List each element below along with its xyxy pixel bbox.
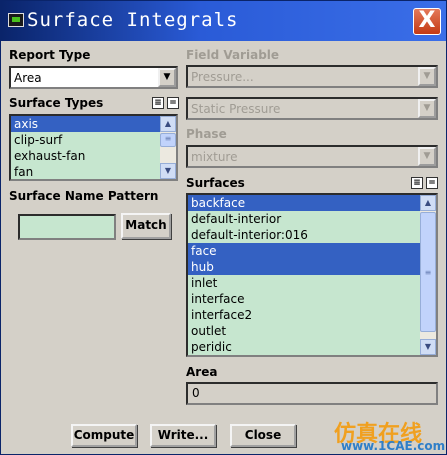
scroll-thumb[interactable]: ≡ xyxy=(420,212,436,332)
surface-integrals-dialog: Surface Integrals X Report Type Area ▼ S… xyxy=(0,0,447,455)
surface-name-pattern-label: Surface Name Pattern xyxy=(9,189,159,203)
list-item[interactable]: inlet xyxy=(188,275,436,291)
compute-button[interactable]: Compute xyxy=(71,424,137,447)
window-title: Surface Integrals xyxy=(27,9,239,31)
surface-types-scrollbar[interactable]: ▲ ≡ ▼ xyxy=(160,116,176,179)
phase-value: mixture xyxy=(191,150,238,164)
down-arrow-icon[interactable]: ▼ xyxy=(158,68,176,87)
scroll-thumb[interactable]: ≡ xyxy=(160,133,176,147)
write-button[interactable]: Write... xyxy=(150,424,216,447)
report-type-label: Report Type xyxy=(9,48,91,62)
surfaces-list[interactable]: backface default-interior default-interior… xyxy=(186,193,438,357)
list-item[interactable]: outlet xyxy=(188,323,436,339)
deselect-all-icon[interactable]: = xyxy=(426,177,438,189)
title-bar[interactable]: Surface Integrals X xyxy=(1,1,446,41)
surfaces-scrollbar[interactable]: ▲ ≡ ▼ xyxy=(420,195,436,355)
list-item[interactable]: hub xyxy=(188,259,436,275)
scroll-down-icon[interactable]: ▼ xyxy=(160,163,176,179)
field-variable-quantity-value: Static Pressure xyxy=(191,102,281,116)
scroll-down-icon[interactable]: ▼ xyxy=(420,339,436,355)
surface-types-label: Surface Types xyxy=(9,96,104,110)
app-icon xyxy=(8,13,24,27)
list-item[interactable]: default-interior xyxy=(188,211,436,227)
field-variable-category-value: Pressure... xyxy=(191,70,254,84)
list-item[interactable]: exhaust-fan xyxy=(11,148,176,164)
deselect-all-icon[interactable]: = xyxy=(167,97,179,109)
list-item[interactable]: clip-surf xyxy=(11,132,176,148)
surface-name-pattern-input[interactable] xyxy=(18,214,116,240)
phase-dropdown[interactable]: mixture ▼ xyxy=(186,145,438,168)
scroll-up-icon[interactable]: ▲ xyxy=(160,116,176,132)
list-item[interactable]: face xyxy=(188,243,436,259)
list-item[interactable]: backface xyxy=(188,195,436,211)
list-item[interactable]: interface2 xyxy=(188,307,436,323)
close-button[interactable]: Close xyxy=(230,424,296,447)
field-variable-quantity-dropdown[interactable]: Static Pressure ▼ xyxy=(186,97,438,120)
surface-types-list[interactable]: axis clip-surf exhaust-fan fan ▲ ≡ ▼ xyxy=(9,114,178,181)
down-arrow-icon[interactable]: ▼ xyxy=(418,147,436,166)
list-item[interactable]: fan xyxy=(11,164,176,179)
field-variable-label: Field Variable xyxy=(186,48,280,62)
surfaces-label: Surfaces xyxy=(186,176,245,190)
report-type-dropdown[interactable]: Area ▼ xyxy=(9,66,178,89)
field-variable-category-dropdown[interactable]: Pressure... ▼ xyxy=(186,65,438,88)
list-item[interactable]: interface xyxy=(188,291,436,307)
list-item[interactable]: default-interior:016 xyxy=(188,227,436,243)
area-value: 0 xyxy=(186,382,438,405)
list-item[interactable]: axis xyxy=(11,116,176,132)
list-item[interactable]: peridic xyxy=(188,339,436,355)
select-all-icon[interactable]: ≡ xyxy=(152,97,164,109)
down-arrow-icon[interactable]: ▼ xyxy=(418,99,436,118)
watermark-site: www.1CAE.com xyxy=(341,439,446,453)
match-button[interactable]: Match xyxy=(121,213,171,239)
scroll-up-icon[interactable]: ▲ xyxy=(420,195,436,211)
report-type-value: Area xyxy=(14,71,42,85)
area-label: Area xyxy=(186,365,218,379)
close-window-button[interactable]: X xyxy=(413,8,441,35)
down-arrow-icon[interactable]: ▼ xyxy=(418,67,436,86)
phase-label: Phase xyxy=(186,127,227,141)
select-all-icon[interactable]: ≡ xyxy=(411,177,423,189)
